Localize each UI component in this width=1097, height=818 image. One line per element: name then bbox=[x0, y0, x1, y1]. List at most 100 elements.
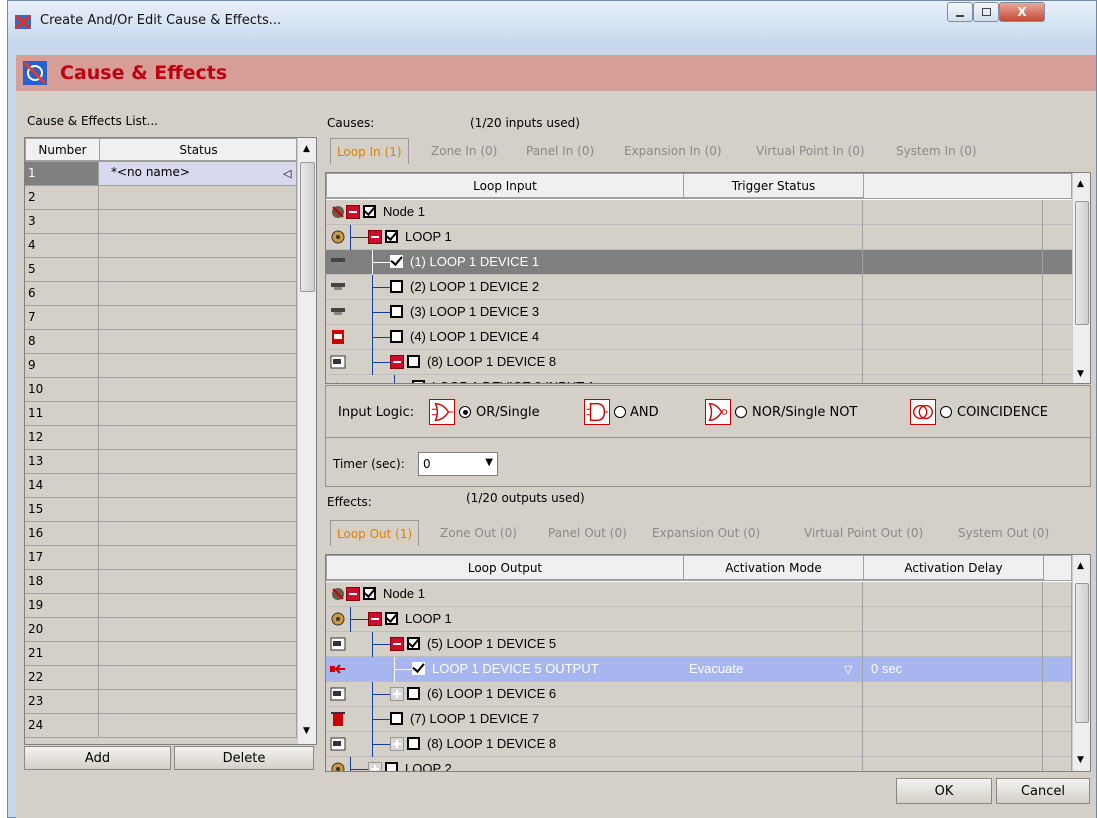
table-row[interactable]: 20 bbox=[25, 618, 297, 642]
activation-delay-value[interactable]: 0 sec bbox=[871, 661, 902, 676]
unchecked-checkbox[interactable] bbox=[407, 687, 420, 700]
scroll-up-icon[interactable]: ▲ bbox=[1077, 179, 1084, 189]
table-row[interactable]: 21 bbox=[25, 642, 297, 666]
tree-row[interactable]: LOOP 1 DEVICE 5 OUTPUT Evacuate ▽ 0 sec bbox=[326, 657, 1072, 682]
tree-row[interactable]: (7) LOOP 1 DEVICE 7 bbox=[326, 707, 1072, 732]
activation-mode-value[interactable]: Evacuate bbox=[689, 661, 743, 676]
causes-scrollbar[interactable]: ▲ ▼ bbox=[1072, 173, 1090, 383]
row-status[interactable] bbox=[99, 498, 297, 522]
expand-icon[interactable] bbox=[390, 737, 404, 751]
unchecked-checkbox[interactable] bbox=[390, 280, 403, 293]
effects-tree[interactable]: Loop Output Activation Mode Activation D… bbox=[325, 554, 1091, 772]
checked-checkbox[interactable] bbox=[390, 255, 403, 268]
table-row[interactable]: 4 bbox=[25, 234, 297, 258]
delete-button[interactable]: Delete bbox=[174, 746, 314, 770]
tab-zone-out[interactable]: Zone Out (0) bbox=[434, 520, 523, 546]
column-loop-input[interactable]: Loop Input bbox=[327, 174, 684, 198]
tree-row[interactable]: Node 1 bbox=[326, 200, 1072, 225]
tree-row[interactable]: (6) LOOP 1 DEVICE 6 bbox=[326, 682, 1072, 707]
collapse-icon[interactable] bbox=[390, 355, 404, 369]
table-row[interactable]: 15 bbox=[25, 498, 297, 522]
column-status[interactable]: Status bbox=[100, 139, 298, 161]
tree-row[interactable]: LOOP 1 DEVICE 8 INPUT 1 bbox=[326, 375, 1072, 383]
tab-system-in[interactable]: System In (0) bbox=[890, 138, 983, 164]
tree-row[interactable]: (1) LOOP 1 DEVICE 1 bbox=[326, 250, 1072, 275]
tree-row[interactable]: LOOP 2 bbox=[326, 757, 1072, 771]
table-row[interactable]: 14 bbox=[25, 474, 297, 498]
collapse-icon[interactable] bbox=[346, 587, 360, 601]
close-button[interactable]: X bbox=[999, 2, 1045, 22]
row-status[interactable] bbox=[99, 546, 297, 570]
tree-row[interactable]: (4) LOOP 1 DEVICE 4 bbox=[326, 325, 1072, 350]
tab-panel-in[interactable]: Panel In (0) bbox=[520, 138, 600, 164]
checked-checkbox[interactable] bbox=[385, 230, 398, 243]
row-status[interactable] bbox=[99, 450, 297, 474]
column-activation-delay[interactable]: Activation Delay bbox=[864, 556, 1044, 580]
row-status[interactable] bbox=[99, 378, 297, 402]
table-row[interactable]: 3 bbox=[25, 210, 297, 234]
scroll-thumb[interactable] bbox=[1075, 201, 1089, 325]
minimize-button[interactable] bbox=[947, 2, 973, 22]
logic-and-radio[interactable] bbox=[614, 406, 626, 418]
chevron-down-icon[interactable]: ▽ bbox=[844, 663, 852, 676]
logic-nor-radio[interactable] bbox=[735, 406, 747, 418]
table-row[interactable]: 19 bbox=[25, 594, 297, 618]
row-status[interactable] bbox=[99, 402, 297, 426]
unchecked-checkbox[interactable] bbox=[407, 737, 420, 750]
tab-loop-out[interactable]: Loop Out (1) bbox=[330, 520, 420, 546]
scroll-down-icon[interactable]: ▼ bbox=[1077, 755, 1084, 765]
tree-row[interactable]: (2) LOOP 1 DEVICE 2 bbox=[326, 275, 1072, 300]
row-status[interactable] bbox=[99, 354, 297, 378]
causes-tree[interactable]: Loop Input Trigger Status Node 1 LOOP 1 (1… bbox=[325, 172, 1091, 384]
expand-icon[interactable] bbox=[368, 762, 382, 771]
collapse-icon[interactable] bbox=[368, 230, 382, 244]
checked-checkbox[interactable] bbox=[363, 205, 376, 218]
tab-loop-in[interactable]: Loop In (1) bbox=[330, 138, 409, 164]
unchecked-checkbox[interactable] bbox=[407, 355, 420, 368]
row-status[interactable] bbox=[99, 522, 297, 546]
column-number[interactable]: Number bbox=[26, 139, 100, 161]
scroll-down-icon[interactable]: ▼ bbox=[1077, 369, 1084, 379]
table-row[interactable]: 11 bbox=[25, 402, 297, 426]
unchecked-checkbox[interactable] bbox=[385, 762, 398, 771]
row-status[interactable] bbox=[99, 618, 297, 642]
table-row[interactable]: 16 bbox=[25, 522, 297, 546]
table-row[interactable]: 22 bbox=[25, 666, 297, 690]
tree-row[interactable]: Node 1 bbox=[326, 582, 1072, 607]
row-status[interactable] bbox=[99, 306, 297, 330]
scroll-up-icon[interactable]: ▲ bbox=[303, 144, 310, 154]
scroll-thumb[interactable] bbox=[1075, 583, 1089, 723]
scroll-up-icon[interactable]: ▲ bbox=[1077, 561, 1084, 571]
tab-expansion-out[interactable]: Expansion Out (0) bbox=[646, 520, 766, 546]
table-row[interactable]: 7 bbox=[25, 306, 297, 330]
table-row[interactable]: 9 bbox=[25, 354, 297, 378]
table-row[interactable]: 10 bbox=[25, 378, 297, 402]
tree-row[interactable]: (3) LOOP 1 DEVICE 3 bbox=[326, 300, 1072, 325]
checked-checkbox[interactable] bbox=[363, 587, 376, 600]
unchecked-checkbox[interactable] bbox=[390, 330, 403, 343]
checked-checkbox[interactable] bbox=[407, 637, 420, 650]
ce-list-scrollbar[interactable]: ▲ ▼ bbox=[297, 138, 316, 744]
column-activation-mode[interactable]: Activation Mode bbox=[684, 556, 864, 580]
tree-row[interactable]: (8) LOOP 1 DEVICE 8 bbox=[326, 350, 1072, 375]
unchecked-checkbox[interactable] bbox=[390, 712, 403, 725]
row-status[interactable] bbox=[99, 570, 297, 594]
ok-button[interactable]: OK bbox=[896, 778, 992, 804]
table-row[interactable]: 5 bbox=[25, 258, 297, 282]
row-status[interactable] bbox=[99, 426, 297, 450]
tree-row[interactable]: (8) LOOP 1 DEVICE 8 bbox=[326, 732, 1072, 757]
row-status[interactable] bbox=[99, 330, 297, 354]
tab-virtual-point-in[interactable]: Virtual Point In (0) bbox=[750, 138, 871, 164]
chevron-down-icon[interactable]: ▼ bbox=[485, 457, 493, 468]
tab-system-out[interactable]: System Out (0) bbox=[952, 520, 1055, 546]
collapse-icon[interactable] bbox=[390, 637, 404, 651]
unchecked-checkbox[interactable] bbox=[390, 305, 403, 318]
row-status[interactable] bbox=[99, 594, 297, 618]
row-status[interactable] bbox=[99, 234, 297, 258]
expand-icon[interactable] bbox=[390, 687, 404, 701]
table-row[interactable]: 6 bbox=[25, 282, 297, 306]
table-row[interactable]: 17 bbox=[25, 546, 297, 570]
row-status[interactable] bbox=[99, 258, 297, 282]
row-status[interactable] bbox=[99, 186, 297, 210]
maximize-button[interactable] bbox=[973, 2, 999, 22]
